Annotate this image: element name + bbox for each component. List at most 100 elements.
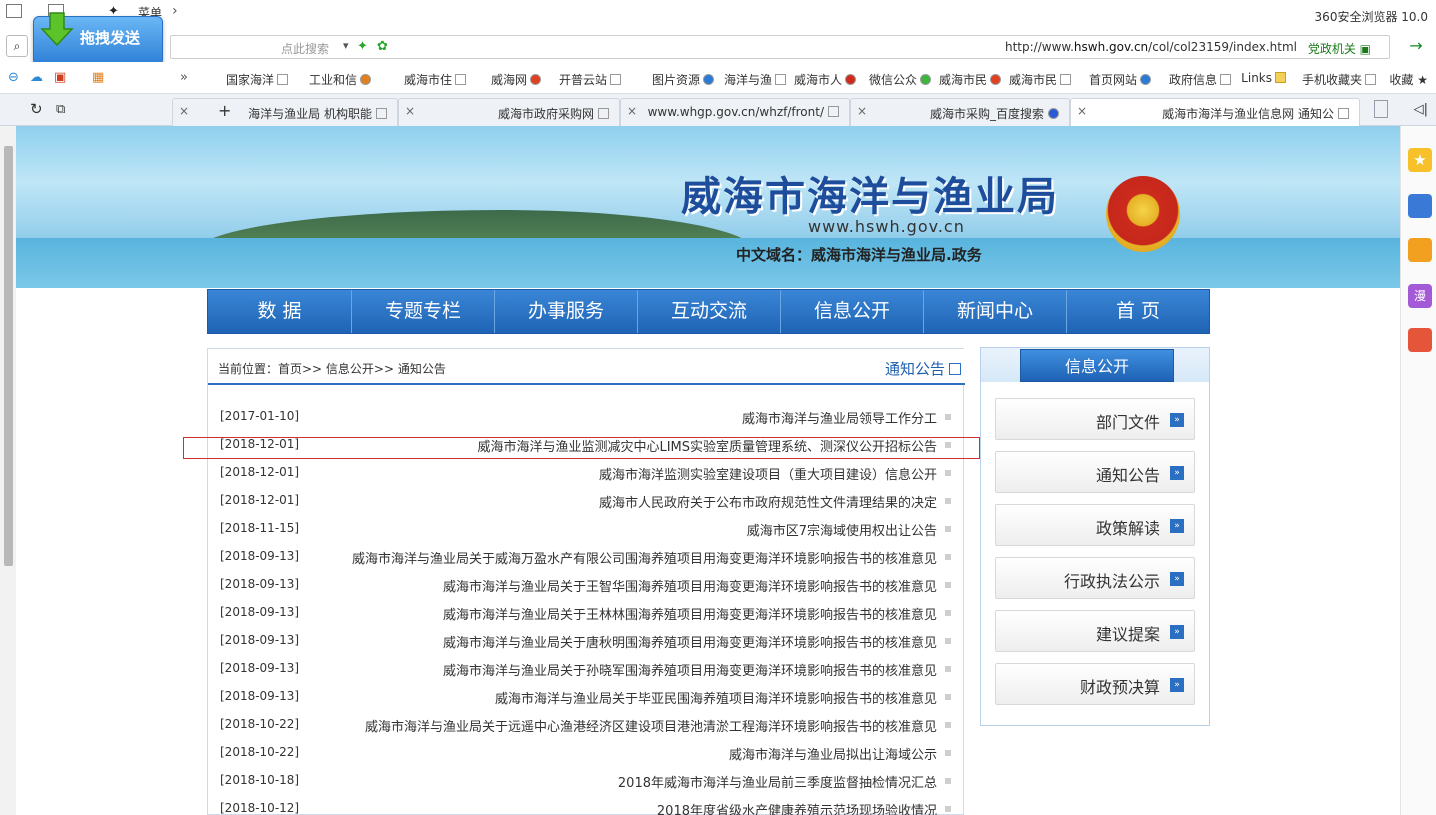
search-placeholder[interactable]: 点此搜索	[281, 40, 329, 57]
search-icon[interactable]: ⌕	[6, 35, 28, 57]
list-item[interactable]: [2018-09-13] 威海市海洋与渔业局关于毕亚民围海养殖项目海洋环境影响报告…	[208, 683, 965, 711]
new-tab-icon[interactable]: +	[218, 101, 231, 120]
sync-icon[interactable]: ☁	[30, 70, 43, 85]
list-item[interactable]: [2018-10-18] 2018年威海市海洋与渔业局前三季度监督抽检情况汇总	[208, 767, 965, 795]
bookmark-item[interactable]: 手机收藏夹	[1302, 71, 1376, 88]
item-link[interactable]: 威海市海洋与渔业局关于王林林围海养殖项目用海变更海洋环境影响报告书的核准意见	[443, 604, 937, 623]
favorites-star-icon[interactable]: ★	[1408, 148, 1432, 172]
nav-item-info[interactable]: 信息公开	[780, 290, 923, 333]
site-banner: 威海市海洋与渔业局 www.hswh.gov.cn 中文域名：威海市海洋与渔业局…	[16, 126, 1400, 288]
list-item[interactable]: [2018-12-01] 威海市人民政府关于公布市政府规范性文件清理结果的决定	[208, 487, 965, 515]
list-item[interactable]: [2018-12-01] 威海市海洋监测实验室建设项目（重大项目建设）信息公开	[208, 459, 965, 487]
more-bookmarks-icon[interactable]: »	[180, 70, 188, 85]
bookmark-item[interactable]: 微信公众	[869, 71, 931, 88]
dropdown-chevron-icon[interactable]: ▾	[343, 39, 349, 52]
shield-icon[interactable]: ✦	[357, 39, 368, 54]
list-item[interactable]: [2018-09-13] 威海市海洋与渔业局关于王林林围海养殖项目用海变更海洋环境…	[208, 599, 965, 627]
new-window-icon[interactable]	[1374, 100, 1388, 118]
nav-item-interaction[interactable]: 互动交流	[637, 290, 780, 333]
list-item[interactable]: [2018-09-13] 威海市海洋与渔业局关于唐秋明围海养殖项目用海变更海洋环境…	[208, 627, 965, 655]
item-link[interactable]: 威海市区7宗海域使用权出让公告	[747, 520, 937, 539]
sidebar-title: 信息公开	[1020, 349, 1174, 382]
nav-item-services[interactable]: 办事服务	[494, 290, 637, 333]
list-item[interactable]: [2018-09-13] 威海市海洋与渔业局关于孙晓军围海养殖项目用海变更海洋环境…	[208, 655, 965, 683]
bookmark-item[interactable]: Links	[1241, 71, 1286, 85]
item-link[interactable]: 威海市海洋与渔业局关于毕亚民围海养殖项目海洋环境影响报告书的核准意见	[495, 688, 937, 707]
bookmark-item[interactable]: 威海网	[491, 71, 541, 88]
list-item[interactable]: [2018-09-13] 威海市海洋与渔业局关于王智华围海养殖项目用海变更海洋环境…	[208, 571, 965, 599]
bookmark-item[interactable]: 图片资源	[652, 71, 714, 88]
close-tab-icon[interactable]: ×	[179, 104, 189, 118]
sidebar-item-notices[interactable]: 通知公告 »	[995, 451, 1195, 493]
item-link[interactable]: 威海市海洋与渔业局拟出让海域公示	[729, 744, 937, 763]
page-icon	[1220, 74, 1231, 85]
apps-icon[interactable]: ▣	[54, 70, 66, 85]
bookmark-tools-icon[interactable]: ⊖	[8, 70, 19, 85]
sidebar-item-proposals[interactable]: 建议提案 »	[995, 610, 1195, 652]
comic-icon[interactable]: 漫	[1408, 284, 1432, 308]
close-tab-icon[interactable]: ×	[627, 104, 637, 118]
nav-item-data[interactable]: 数 据	[208, 290, 351, 333]
list-item[interactable]: [2018-10-22] 威海市海洋与渔业局关于远遥中心渔港经济区建设项目港池清淤…	[208, 711, 965, 739]
item-link[interactable]: 威海市人民政府关于公布市政府规范性文件清理结果的决定	[599, 492, 937, 511]
bookmark-item[interactable]: 威海市人	[794, 71, 856, 88]
close-tab-icon[interactable]: ×	[1077, 104, 1087, 118]
sidebar-item-enforcement[interactable]: 行政执法公示 »	[995, 557, 1195, 599]
nav-item-topics[interactable]: 专题专栏	[351, 290, 494, 333]
tab-label: 威海市采购_百度搜索	[929, 107, 1044, 121]
tab-list-icon[interactable]: ◁|	[1414, 102, 1428, 117]
close-window-icon[interactable]	[6, 4, 22, 18]
list-item[interactable]: [2018-09-13] 威海市海洋与渔业局关于威海万盈水产有限公司围海养殖项目用…	[208, 543, 965, 571]
bookmark-item[interactable]: 威海市民	[939, 71, 1001, 88]
item-link[interactable]: 威海市海洋与渔业局关于唐秋明围海养殖项目用海变更海洋环境影响报告书的核准意见	[443, 632, 937, 651]
undo-close-icon[interactable]: ↻	[30, 100, 43, 118]
sidebar-item-dept-docs[interactable]: 部门文件 »	[995, 398, 1195, 440]
scrollbar[interactable]	[0, 126, 16, 815]
news-icon[interactable]	[1408, 194, 1432, 218]
bookmark-item[interactable]: 收藏 ★	[1389, 71, 1428, 88]
restore-tab-icon[interactable]: ⧉	[56, 102, 65, 117]
close-tab-icon[interactable]: ×	[857, 104, 867, 118]
bookmark-item[interactable]: 国家海洋	[226, 71, 288, 88]
leaf-icon[interactable]: ✿	[377, 39, 388, 54]
game-icon[interactable]	[1408, 328, 1432, 352]
close-tab-icon[interactable]: ×	[405, 104, 415, 118]
book-icon[interactable]	[1408, 238, 1432, 262]
item-link[interactable]: 威海市海洋与渔业局关于王智华围海养殖项目用海变更海洋环境影响报告书的核准意见	[443, 576, 937, 595]
bookmark-item[interactable]: 工业和信	[309, 71, 371, 88]
tab[interactable]: × 海洋与渔业局 机构职能	[172, 98, 398, 126]
item-link[interactable]: 威海市海洋与渔业局领导工作分工	[742, 408, 937, 427]
bookmark-item[interactable]: 威海市民	[1009, 71, 1071, 88]
item-link[interactable]: 威海市海洋与渔业局关于孙晓军围海养殖项目用海变更海洋环境影响报告书的核准意见	[443, 660, 937, 679]
item-link[interactable]: 2018年威海市海洋与渔业局前三季度监督抽检情况汇总	[618, 772, 937, 791]
drag-send-widget[interactable]: 拖拽发送	[33, 12, 163, 66]
page-icon	[598, 108, 609, 119]
item-link[interactable]: 威海市海洋与渔业局关于远遥中心渔港经济区建设项目港池清淤工程海洋环境影响报告书的…	[365, 716, 937, 735]
bookmark-item[interactable]: 政府信息	[1169, 71, 1231, 88]
item-link[interactable]: 威海市海洋监测实验室建设项目（重大项目建设）信息公开	[599, 464, 937, 483]
bookmark-item[interactable]: 首页网站	[1089, 71, 1151, 88]
nav-item-home[interactable]: 首 页	[1066, 290, 1209, 333]
bookmark-item[interactable]: 开普云站	[559, 71, 621, 88]
list-item[interactable]: [2018-10-22] 威海市海洋与渔业局拟出让海域公示	[208, 739, 965, 767]
item-link[interactable]: 2018年度省级水产健康养殖示范场现场验收情况	[657, 800, 937, 815]
bookmark-item[interactable]: 威海市住	[404, 71, 466, 88]
url-input[interactable]: 党政机关 ▣ http://www.hswh.gov.cn/col/col231…	[170, 35, 1390, 59]
item-link[interactable]: 威海市海洋与渔业局关于威海万盈水产有限公司围海养殖项目用海变更海洋环境影响报告书…	[352, 548, 937, 567]
baidu-icon	[1048, 108, 1059, 119]
tab[interactable]: × 威海市采购_百度搜索	[850, 98, 1070, 126]
sidebar-item-budget[interactable]: 财政预决算 »	[995, 663, 1195, 705]
tab-active[interactable]: × 威海市海洋与渔业信息网 通知公	[1070, 98, 1360, 126]
forward-arrow-icon[interactable]: →	[1404, 35, 1428, 59]
list-item[interactable]: [2018-10-12] 2018年度省级水产健康养殖示范场现场验收情况	[208, 795, 965, 815]
list-item[interactable]: [2018-11-15] 威海市区7宗海域使用权出让公告	[208, 515, 965, 543]
tab[interactable]: × www.whgp.gov.cn/whzf/front/	[620, 98, 850, 126]
scrollbar-thumb[interactable]	[4, 146, 13, 566]
bookmark-item[interactable]: 海洋与渔	[724, 71, 786, 88]
chevron-right-icon[interactable]: ›	[172, 3, 178, 19]
nav-item-news[interactable]: 新闻中心	[923, 290, 1066, 333]
sidebar-item-policy[interactable]: 政策解读 »	[995, 504, 1195, 546]
grid-icon[interactable]: ▦	[92, 70, 104, 85]
list-item[interactable]: [2017-01-10] 威海市海洋与渔业局领导工作分工	[208, 403, 965, 431]
tab[interactable]: × 威海市政府采购网	[398, 98, 620, 126]
